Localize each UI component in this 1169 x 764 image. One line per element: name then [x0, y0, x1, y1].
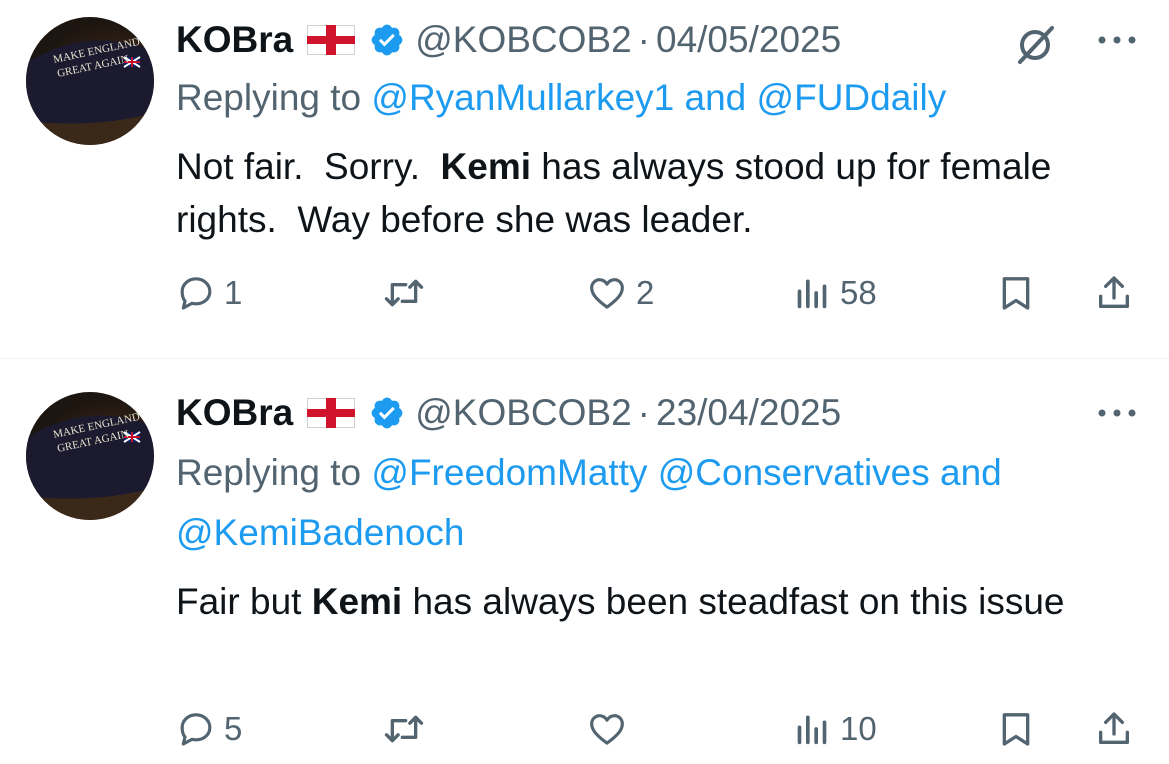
more-options-icon[interactable] [1094, 30, 1140, 50]
like-count: 2 [636, 274, 655, 311]
share-icon [1099, 712, 1129, 744]
replying-to: Replying to @RyanMullarkey1 and @FUDdail… [176, 68, 1136, 128]
views-count: 58 [840, 274, 877, 311]
handle[interactable]: @KOBCOB2 [415, 19, 631, 61]
replying-to-label: Replying to [176, 77, 372, 118]
views-count: 10 [840, 710, 877, 747]
tweet-date[interactable]: 04/05/2025 [656, 19, 841, 61]
reply-count: 1 [224, 274, 243, 311]
views-button[interactable]: 10 [792, 704, 877, 754]
england-flag-icon [307, 398, 356, 428]
mention-joiner[interactable]: and [930, 452, 1002, 493]
tweet-text-part: Fair but [176, 581, 312, 622]
retweet-icon [384, 715, 424, 743]
views-icon [797, 279, 827, 309]
tweet-date[interactable]: 23/04/2025 [656, 392, 841, 434]
display-name[interactable]: KOBra [176, 19, 293, 61]
bookmark-icon [1002, 277, 1030, 310]
reply-count: 5 [224, 710, 243, 747]
like-button[interactable]: 2 [586, 268, 654, 318]
mention-link[interactable]: @FUDdaily [757, 77, 947, 118]
mention-link[interactable]: @Conservatives [658, 452, 930, 493]
share-button[interactable] [1094, 704, 1134, 754]
separator-dot: · [637, 392, 650, 433]
tweet[interactable]: MAKE ENGLAND GREAT AGAIN KOBra @KOBCOB2 … [0, 359, 1169, 764]
tweet-text-bold: Kemi [440, 146, 532, 187]
grok-icon[interactable] [1012, 20, 1058, 66]
bookmark-button[interactable] [996, 268, 1036, 318]
retweet-button[interactable] [382, 704, 434, 754]
retweet-icon [384, 279, 424, 307]
mention-joiner[interactable]: and [674, 77, 756, 118]
tweet-text: Not fair. Sorry. Kemi has always stood u… [176, 140, 1136, 246]
reply-icon [180, 713, 212, 746]
action-bar: 5 10 [176, 704, 1146, 754]
bookmark-button[interactable] [996, 704, 1036, 754]
tweet-text: Fair but Kemi has always been steadfast … [176, 575, 1136, 628]
action-bar: 1 2 58 [176, 268, 1146, 318]
tweet-header: KOBra @KOBCOB2 · 04/05/2025 [176, 16, 841, 64]
more-options-icon[interactable] [1094, 403, 1140, 423]
mention-link[interactable]: @RyanMullarkey1 [371, 77, 674, 118]
replying-to-label: Replying to [176, 452, 372, 493]
bookmark-icon [1002, 713, 1030, 746]
share-icon [1099, 276, 1129, 308]
reply-icon [180, 277, 212, 310]
avatar[interactable]: MAKE ENGLAND GREAT AGAIN [26, 392, 154, 520]
retweet-button[interactable] [382, 268, 434, 318]
england-flag-icon [307, 25, 356, 55]
verified-badge-icon[interactable] [369, 395, 405, 431]
views-button[interactable]: 58 [792, 268, 877, 318]
tweet-text-bold: Kemi [311, 581, 403, 622]
reply-button[interactable]: 1 [176, 268, 242, 318]
tweet[interactable]: MAKE ENGLAND GREAT AGAIN KOBra @KOBCOB2 … [0, 0, 1169, 358]
separator-dot: · [637, 19, 650, 60]
heart-icon [590, 278, 624, 309]
mention-link[interactable]: @KemiBadenoch [176, 512, 465, 553]
tweet-text-part: Not fair. Sorry. [176, 146, 441, 187]
display-name[interactable]: KOBra [176, 392, 293, 434]
avatar[interactable]: MAKE ENGLAND GREAT AGAIN [26, 17, 154, 145]
verified-badge-icon[interactable] [369, 22, 405, 58]
tweet-text-part: has always been steadfast on this issue [402, 581, 1065, 622]
reply-button[interactable]: 5 [176, 704, 242, 754]
like-button[interactable] [586, 704, 636, 754]
mention-link[interactable]: @FreedomMatty [371, 452, 647, 493]
share-button[interactable] [1094, 268, 1134, 318]
heart-icon [590, 714, 624, 745]
replying-to: Replying to @FreedomMatty @Conservatives… [176, 443, 1136, 563]
views-icon [797, 715, 827, 745]
tweet-header: KOBra @KOBCOB2 · 23/04/2025 [176, 389, 841, 437]
handle[interactable]: @KOBCOB2 [415, 392, 631, 434]
